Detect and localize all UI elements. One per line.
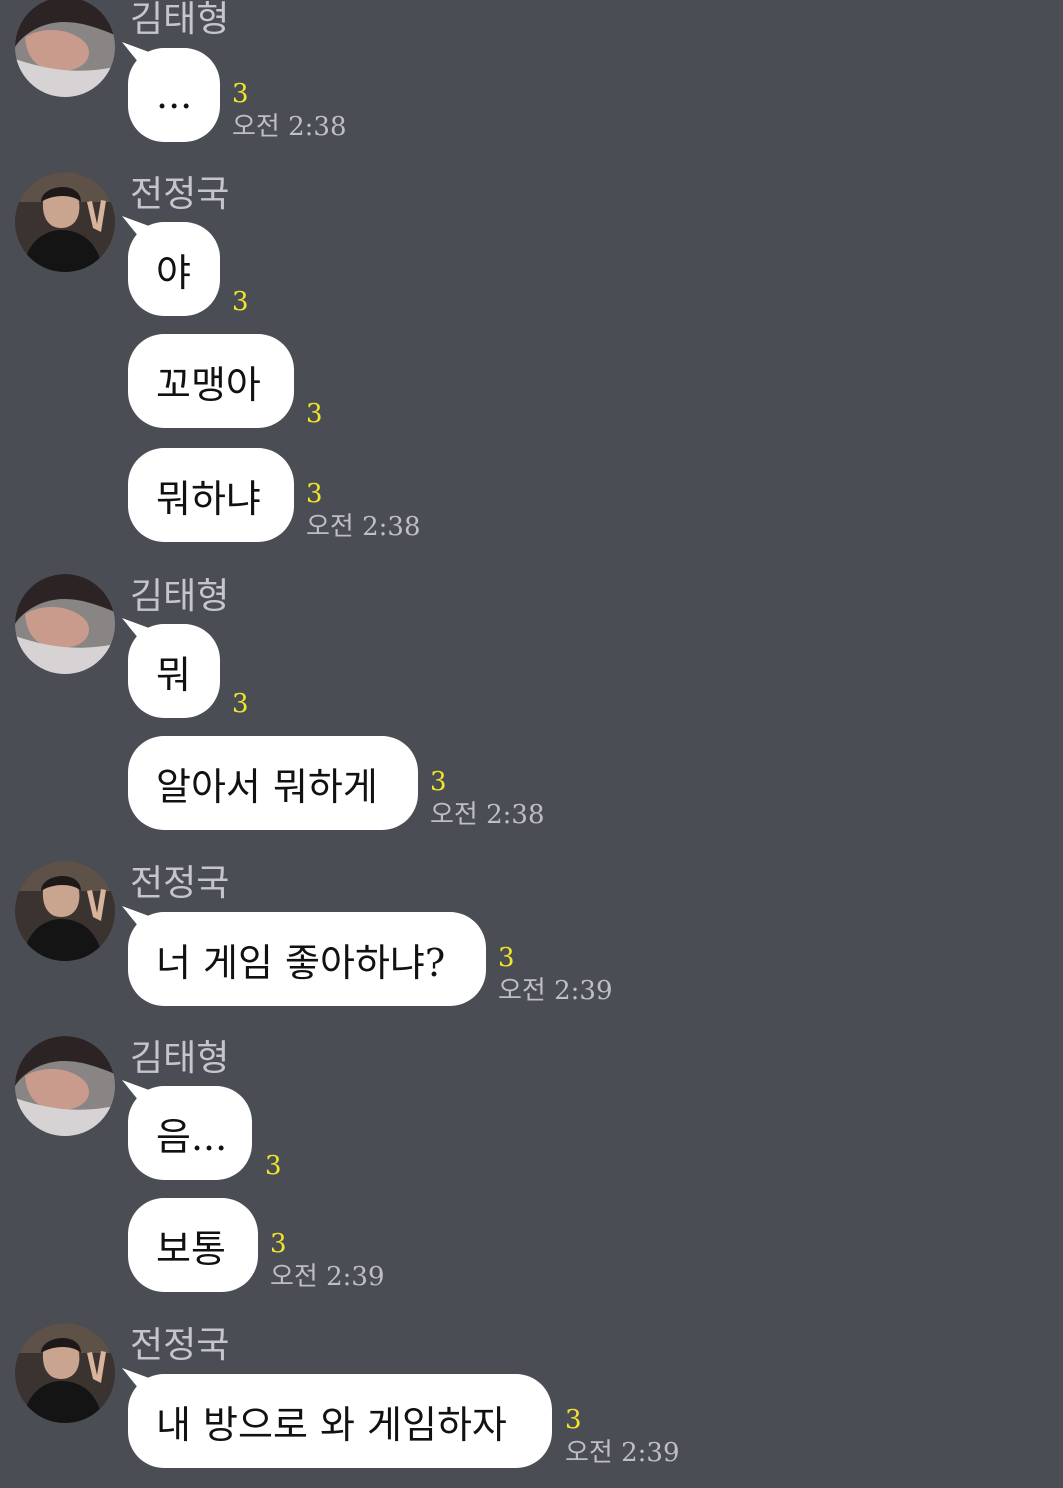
message-bubble[interactable]: 야 (128, 222, 220, 316)
profile-photo-icon (15, 861, 115, 961)
profile-photo-icon (15, 0, 115, 97)
sender-name: 김태형 (130, 0, 230, 40)
message-bubble[interactable]: 꼬맹아 (128, 334, 294, 428)
message-time: 오전 2:38 (306, 512, 421, 542)
sender-name: 전정국 (130, 174, 230, 215)
unread-count: 3 (232, 689, 249, 719)
message-bubble[interactable]: 음... (128, 1086, 252, 1180)
unread-count: 3 (232, 287, 249, 317)
message-bubble[interactable]: ... (128, 48, 220, 142)
profile-photo-icon (15, 574, 115, 674)
sender-name: 김태형 (130, 576, 230, 617)
message-bubble[interactable]: 보통 (128, 1198, 258, 1292)
unread-count: 3 (232, 79, 249, 109)
unread-count: 3 (270, 1229, 287, 1259)
sender-name: 전정국 (130, 863, 230, 904)
message-bubble[interactable]: 내 방으로 와 게임하자 (128, 1374, 552, 1468)
message-bubble[interactable]: 알아서 뭐하게 (128, 736, 418, 830)
message-time: 오전 2:39 (270, 1262, 385, 1292)
message-time: 오전 2:39 (565, 1438, 680, 1468)
unread-count: 3 (498, 943, 515, 973)
message-bubble[interactable]: 뭐하냐 (128, 448, 294, 542)
message-time: 오전 2:38 (232, 112, 347, 142)
sender-name: 전정국 (130, 1325, 230, 1366)
unread-count: 3 (306, 479, 323, 509)
unread-count: 3 (306, 399, 323, 429)
avatar-taehyung[interactable] (15, 0, 115, 97)
profile-photo-icon (15, 1036, 115, 1136)
avatar-jungkook[interactable] (15, 172, 115, 272)
unread-count: 3 (265, 1151, 282, 1181)
avatar-taehyung[interactable] (15, 1036, 115, 1136)
avatar-jungkook[interactable] (15, 1323, 115, 1423)
message-time: 오전 2:38 (430, 800, 545, 830)
message-bubble[interactable]: 뭐 (128, 624, 220, 718)
sender-name: 김태형 (130, 1038, 230, 1079)
unread-count: 3 (430, 767, 447, 797)
message-time: 오전 2:39 (498, 976, 613, 1006)
profile-photo-icon (15, 172, 115, 272)
profile-photo-icon (15, 1323, 115, 1423)
avatar-taehyung[interactable] (15, 574, 115, 674)
avatar-jungkook[interactable] (15, 861, 115, 961)
unread-count: 3 (565, 1405, 582, 1435)
message-bubble[interactable]: 너 게임 좋아하냐? (128, 912, 486, 1006)
